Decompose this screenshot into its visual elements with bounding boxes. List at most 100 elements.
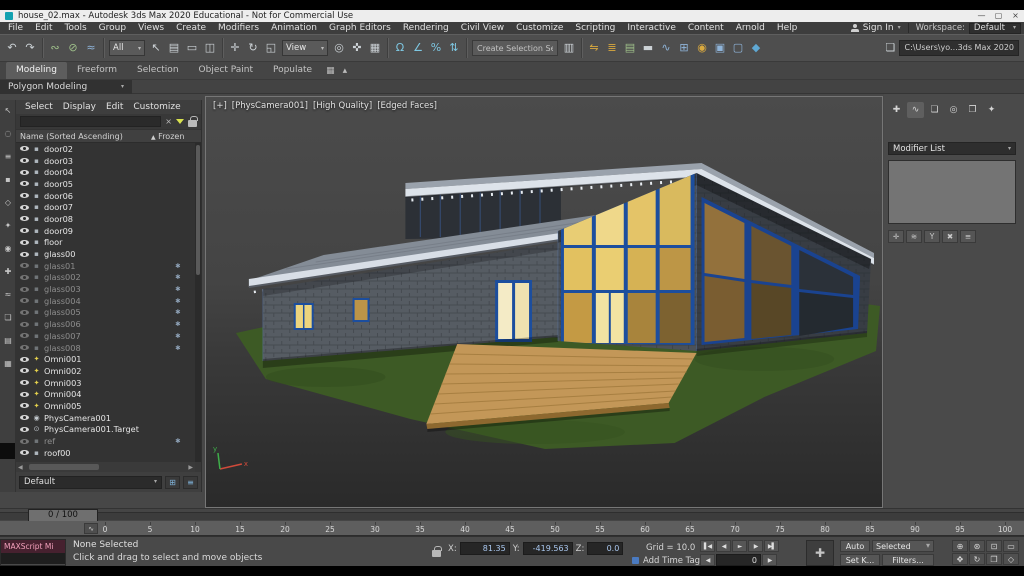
fov-icon[interactable]: ◇ [1003,553,1019,565]
next-frame-button[interactable]: ▶ [762,554,777,566]
track-bar[interactable]: ∿ 05101520253035404550556065707580859095… [0,521,1024,536]
scene-item-door06[interactable]: ▪door06 [16,190,195,202]
angle-snap-icon[interactable]: ∠ [409,38,427,58]
select-and-scale-icon[interactable]: ◱ [262,38,280,58]
scene-item-ref[interactable]: ▪ref✱ [16,435,195,447]
show-shapes-icon[interactable]: ◇ [0,196,16,210]
mirror-icon[interactable]: ⇋ [585,38,603,58]
filter-funnel-icon[interactable] [176,119,184,124]
menu-help[interactable]: Help [771,22,804,34]
visibility-eye-icon[interactable] [20,252,29,257]
set-key-button[interactable]: Set K... [840,554,880,566]
y-coordinate-field[interactable] [523,542,573,555]
rendered-frame-icon[interactable]: ▢ [729,38,747,58]
menu-graph-editors[interactable]: Graph Editors [323,22,397,34]
scroll-right-icon[interactable]: ▶ [188,464,193,471]
scene-item-glass00[interactable]: ▪glass00 [16,248,195,260]
percent-snap-icon[interactable]: % [427,38,445,58]
explorer-config-button[interactable]: ⊞ [165,476,180,489]
hierarchy-tab[interactable]: ❏ [926,102,943,118]
scene-item-door07[interactable]: ▪door07 [16,201,195,213]
show-lights-icon[interactable]: ✦ [0,219,16,233]
visibility-eye-icon[interactable] [20,287,29,292]
ribbon-display-icon[interactable]: ▦ [322,66,339,76]
visibility-eye-icon[interactable] [20,450,29,455]
visibility-eye-icon[interactable] [20,310,29,315]
add-time-tag-button[interactable]: Add Time Tag [643,556,700,566]
explorer-settings-icon[interactable]: ▦ [0,357,16,371]
scene-item-floor[interactable]: ▪floor [16,237,195,249]
align-icon[interactable]: ≣ [603,38,621,58]
visibility-eye-icon[interactable] [20,240,29,245]
visibility-eye-icon[interactable] [20,380,29,385]
scene-item-glass005[interactable]: ▪glass005✱ [16,307,195,319]
scene-item-door08[interactable]: ▪door08 [16,213,195,225]
modifier-stack[interactable] [888,160,1016,224]
create-selection-set-field[interactable] [472,40,558,56]
zoom-extents-icon[interactable]: ⊡ [986,540,1002,552]
menu-animation[interactable]: Animation [265,22,323,34]
visibility-eye-icon[interactable] [20,181,29,186]
menu-edit[interactable]: Edit [29,22,58,34]
explorer-preset-dropdown[interactable]: Default ▾ [19,476,162,489]
explorer-menu-edit[interactable]: Edit [101,102,128,112]
menu-create[interactable]: Create [170,22,212,34]
menu-group[interactable]: Group [93,22,132,34]
edit-named-selections-icon[interactable]: ▥ [560,38,578,58]
show-end-result-icon[interactable]: ≋ [906,230,922,243]
select-by-name-icon[interactable]: ▤ [165,38,183,58]
motion-tab[interactable]: ◎ [945,102,962,118]
visibility-eye-icon[interactable] [20,357,29,362]
scene-item-glass01[interactable]: ▪glass01✱ [16,260,195,272]
selection-lock-icon[interactable] [432,550,441,557]
maxscript-input-line[interactable] [1,553,65,564]
menu-file[interactable]: File [2,22,29,34]
visibility-eye-icon[interactable] [20,158,29,163]
previous-key-button[interactable]: ◀ [716,540,731,552]
key-filters-button[interactable]: Filters... [882,554,934,566]
display-tab[interactable]: ❐ [964,102,981,118]
menu-modifiers[interactable]: Modifiers [212,22,265,34]
schematic-view-icon[interactable]: ⊞ [675,38,693,58]
scene-item-physcamera001[interactable]: ◉PhysCamera001 [16,412,195,424]
visibility-eye-icon[interactable] [20,263,29,268]
maximize-viewport-icon[interactable]: ❒ [986,553,1002,565]
scene-item-omni003[interactable]: ✦Omni003 [16,377,195,389]
scene-item-door03[interactable]: ▪door03 [16,155,195,167]
menu-customize[interactable]: Customize [510,22,569,34]
explorer-menu-customize[interactable]: Customize [128,102,185,112]
keyboard-override-icon[interactable]: ▦ [366,38,384,58]
scene-item-roof00[interactable]: ▪roof00 [16,447,195,459]
pan-icon[interactable]: ✥ [952,553,968,565]
scroll-left-icon[interactable]: ◀ [18,464,23,471]
scene-item-glass006[interactable]: ▪glass006✱ [16,318,195,330]
make-unique-icon[interactable]: Y [924,230,940,243]
zoom-icon[interactable]: ⊕ [952,540,968,552]
visibility-eye-icon[interactable] [20,427,29,432]
set-keys-button[interactable]: ✚ [806,540,834,566]
menu-content[interactable]: Content [682,22,730,34]
previous-frame-button[interactable]: ◀ [700,554,715,566]
visibility-eye-icon[interactable] [20,415,29,420]
menu-interactive[interactable]: Interactive [621,22,681,34]
frozen-column-header[interactable]: ▲ Frozen [151,132,197,141]
viewport-3d-scene[interactable]: x y [206,97,882,507]
scene-item-omni002[interactable]: ✦Omni002 [16,365,195,377]
visibility-eye-icon[interactable] [20,216,29,221]
select-and-link-icon[interactable]: ∾ [46,38,64,58]
explorer-sort-icon[interactable]: ≡ [0,150,16,164]
go-to-start-button[interactable]: ▌◀ [700,540,715,552]
search-input[interactable] [20,116,161,127]
name-column-header[interactable]: Name (Sorted Ascending) [20,132,151,141]
select-and-move-icon[interactable]: ✛ [226,38,244,58]
ribbon-minimize-icon[interactable]: ▴ [339,66,352,76]
visibility-eye-icon[interactable] [20,368,29,373]
viewport-edged-faces-menu[interactable]: [Edged Faces] [377,101,437,111]
spinner-snap-icon[interactable]: ⇅ [445,38,463,58]
scene-item-door09[interactable]: ▪door09 [16,225,195,237]
visibility-eye-icon[interactable] [20,345,29,350]
z-coordinate-field[interactable] [587,542,623,555]
project-folder-icon[interactable]: ❏ [881,38,899,58]
utilities-tab[interactable]: ✦ [983,102,1000,118]
visibility-eye-icon[interactable] [20,275,29,280]
